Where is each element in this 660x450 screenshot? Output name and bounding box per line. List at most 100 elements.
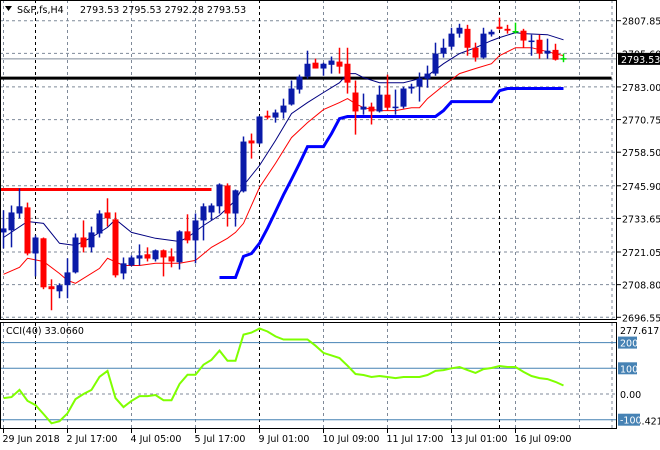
candle-bullish <box>280 105 287 113</box>
candle-bearish <box>552 49 559 60</box>
time-tick-label: 2 Jul 17:00 <box>67 434 118 445</box>
trading-chart[interactable]: 2807.852795.602783.002770.752758.502745.… <box>0 0 660 450</box>
candle-bullish <box>64 272 71 286</box>
candle-bullish <box>176 231 183 263</box>
candle-bearish <box>352 92 359 112</box>
time-tick-label: 5 Jul 17:00 <box>195 434 246 445</box>
candle-bearish <box>472 47 479 58</box>
candle-bullish <box>0 228 7 233</box>
candle-bullish <box>216 184 223 207</box>
candle-bullish <box>272 112 279 118</box>
cci-axis-label: 200 <box>620 339 638 350</box>
candle-bullish <box>440 47 447 54</box>
candle-bullish <box>296 76 303 90</box>
chart-header: S&P,fs,H4 2793.53 2795.53 2792.28 2793.5… <box>5 5 246 16</box>
candle-bearish <box>368 106 375 112</box>
candle-bullish <box>328 60 335 65</box>
candle-bullish <box>360 106 367 110</box>
candle-bullish <box>432 53 439 74</box>
candle-bullish <box>208 205 215 213</box>
candle-bearish <box>536 39 543 54</box>
candle-bullish <box>288 88 295 105</box>
candle-bullish <box>128 257 135 266</box>
moving-averages <box>3 32 564 284</box>
candle-bearish <box>504 28 511 31</box>
candle-bullish <box>456 27 463 34</box>
time-tick-label: 11 Jul 17:00 <box>387 434 444 445</box>
symbol-label: S&P,fs,H4 <box>17 5 64 16</box>
candle-bearish <box>520 30 527 41</box>
candle-bearish <box>384 94 391 108</box>
candle-bullish <box>240 141 247 192</box>
candle-bullish <box>88 232 95 248</box>
candle-bearish <box>104 212 111 219</box>
price-axis[interactable]: 2807.852795.602783.002770.752758.502745.… <box>617 17 660 428</box>
candle-bullish <box>416 78 423 87</box>
cci-panel-border <box>0 322 617 429</box>
slow-moving-average-line <box>3 47 564 284</box>
price-tick-label: 2733.65 <box>622 214 660 225</box>
candle-bearish <box>496 26 503 29</box>
time-axis[interactable]: 29 Jun 2018 2 Jul 17:00 4 Jul 05:00 5 Jul 1… <box>3 429 572 445</box>
candle-bullish <box>72 237 79 273</box>
candle-bearish <box>248 140 255 144</box>
main-panel-border <box>0 0 617 320</box>
candle-bullish <box>136 255 143 259</box>
candle-bullish <box>96 213 103 234</box>
candle-bearish <box>24 207 31 254</box>
price-tick-label: 2807.85 <box>622 17 660 28</box>
candle-bearish <box>336 61 343 67</box>
candle-bearish <box>344 63 351 83</box>
fast-moving-average-line <box>3 32 564 247</box>
price-tick-label: 2758.50 <box>622 148 660 159</box>
cci-grid <box>0 323 617 429</box>
candle-bearish <box>112 219 119 276</box>
cci-axis-label: 277.617 <box>620 326 659 337</box>
candle-bullish <box>232 190 239 214</box>
time-tick-label: 10 Jul 09:00 <box>323 434 380 445</box>
candle-bullish <box>448 33 455 47</box>
candle-bullish <box>424 73 431 79</box>
price-tick-label: 2696.55 <box>622 313 660 324</box>
cci-axis-label: 0.00 <box>620 390 641 401</box>
cci-label: CCI(40) 33.0660 <box>6 326 84 337</box>
candle-bearish <box>264 115 271 118</box>
candle-bearish <box>80 237 87 248</box>
candle-bullish <box>480 33 487 58</box>
candle-bearish <box>224 185 231 214</box>
candle-bearish <box>160 250 167 258</box>
candle-bearish <box>464 28 471 48</box>
cci-axis-label: -100 <box>620 416 642 427</box>
horizontal-lines[interactable] <box>0 58 617 192</box>
candle-bullish <box>152 250 159 260</box>
candle-bullish <box>488 31 495 35</box>
price-tick-label: 2745.90 <box>622 182 660 193</box>
price-tick-label: 2783.00 <box>622 83 660 94</box>
time-tick-label: 13 Jul 01:00 <box>451 434 508 445</box>
candle-bullish <box>192 220 199 241</box>
candle-bearish <box>184 231 191 241</box>
time-tick-label: 29 Jun 2018 <box>3 434 60 445</box>
candles <box>0 17 567 311</box>
candle-bullish <box>256 116 263 144</box>
candle-bullish <box>200 206 207 221</box>
time-tick-label: 9 Jul 01:00 <box>259 434 310 445</box>
candle-bearish <box>168 256 175 262</box>
price-tick-label: 2721.05 <box>622 248 660 259</box>
candle-bullish <box>544 50 551 54</box>
time-tick-label: 16 Jul 09:00 <box>515 434 572 445</box>
candle-bearish <box>40 238 47 288</box>
triangle-down-icon[interactable] <box>5 6 12 11</box>
candle-bullish <box>320 63 327 69</box>
candle-bullish <box>376 94 383 112</box>
trailing-stop-step-line <box>219 87 564 279</box>
price-tick-label: 2770.75 <box>622 116 660 127</box>
candle-bullish <box>304 63 311 77</box>
candle-bullish <box>408 86 415 89</box>
candle-bearish <box>144 254 151 259</box>
candle-bearish <box>312 62 319 69</box>
candle-bullish <box>56 285 63 292</box>
current-price-label: 2793.53 <box>621 55 660 66</box>
cci-axis-label: 100 <box>620 364 638 375</box>
candle-bullish <box>528 40 535 43</box>
